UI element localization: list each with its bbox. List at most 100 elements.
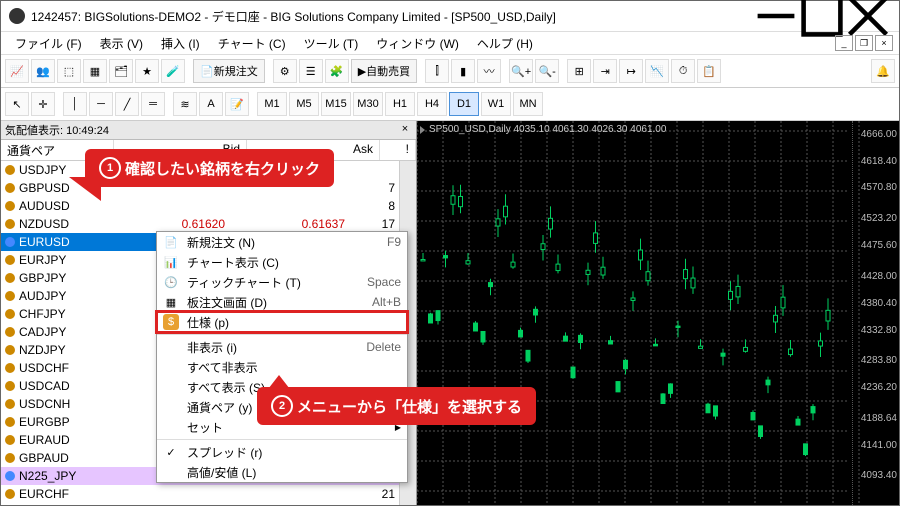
line-chart-icon[interactable]: 〰 bbox=[477, 59, 501, 83]
tool-icon[interactable]: 🧩 bbox=[325, 59, 349, 83]
menu-view[interactable]: 表示 (V) bbox=[92, 33, 151, 54]
timeframe-M15[interactable]: M15 bbox=[321, 92, 351, 116]
market-watch-title: 気配値表示: 10:49:24 bbox=[5, 122, 109, 138]
tool-icon[interactable]: ☰ bbox=[299, 59, 323, 83]
symbol-name: EURCHF bbox=[19, 487, 105, 501]
menu-item-icon bbox=[163, 359, 179, 375]
context-menu: 📄新規注文 (N)F9📊チャート表示 (C)🕒ティックチャート (T)Space… bbox=[156, 231, 408, 483]
menu-item-icon: ▦ bbox=[163, 294, 179, 310]
fibo-icon[interactable]: ≋ bbox=[173, 92, 197, 116]
menu-item-label: すべて非表示 bbox=[187, 359, 393, 376]
scroll-icon[interactable]: ⇥ bbox=[593, 59, 617, 83]
menu-item[interactable]: ▦板注文画面 (D)Alt+B bbox=[157, 292, 407, 312]
menu-item[interactable]: 📄新規注文 (N)F9 bbox=[157, 232, 407, 252]
bar-chart-icon[interactable]: ⫿ bbox=[425, 59, 449, 83]
candle-chart-icon[interactable]: ▮ bbox=[451, 59, 475, 83]
label-icon[interactable]: 📝 bbox=[225, 92, 249, 116]
symbol-name: AUDJPY bbox=[19, 289, 105, 303]
period-icon[interactable]: ⏱ bbox=[671, 59, 695, 83]
annotation-2: 2 メニューから「仕様」を選択する bbox=[257, 387, 536, 425]
symbol-dot-icon bbox=[5, 345, 15, 355]
zoom-out-icon[interactable]: 🔍- bbox=[535, 59, 559, 83]
chart-menu-icon[interactable] bbox=[420, 126, 425, 134]
tool-icon[interactable]: ▦ bbox=[83, 59, 107, 83]
timeframe-D1[interactable]: D1 bbox=[449, 92, 479, 116]
menu-insert[interactable]: 挿入 (I) bbox=[153, 33, 208, 54]
menu-item[interactable]: すべて非表示 bbox=[157, 357, 407, 377]
mdi-close-icon[interactable]: × bbox=[875, 35, 893, 51]
symbol-name: EURAUD bbox=[19, 433, 105, 447]
vline-icon[interactable]: │ bbox=[63, 92, 87, 116]
chart-canvas[interactable] bbox=[417, 121, 899, 505]
menu-bar: ファイル (F) 表示 (V) 挿入 (I) チャート (C) ツール (T) … bbox=[1, 32, 899, 55]
tool-icon[interactable]: ⚙ bbox=[273, 59, 297, 83]
template-icon[interactable]: 📋 bbox=[697, 59, 721, 83]
symbol-dot-icon bbox=[5, 291, 15, 301]
indicator-icon[interactable]: 📉 bbox=[645, 59, 669, 83]
menu-item[interactable]: 🕒ティックチャート (T)Space bbox=[157, 272, 407, 292]
tool-icon[interactable]: 📈 bbox=[5, 59, 29, 83]
timeframe-M1[interactable]: M1 bbox=[257, 92, 287, 116]
spread-value: 7 bbox=[345, 181, 399, 195]
menu-file[interactable]: ファイル (F) bbox=[7, 33, 90, 54]
symbol-dot-icon bbox=[5, 381, 15, 391]
auto-trade-button[interactable]: ▶ 自動売買 bbox=[351, 59, 417, 83]
channel-icon[interactable]: ═ bbox=[141, 92, 165, 116]
menu-chart[interactable]: チャート (C) bbox=[210, 33, 294, 54]
timeframe-MN[interactable]: MN bbox=[513, 92, 543, 116]
menu-item[interactable]: 非表示 (i)Delete bbox=[157, 337, 407, 357]
zoom-in-icon[interactable]: 🔍+ bbox=[509, 59, 533, 83]
chart[interactable]: SP500_USD,Daily 4035.10 4061.30 4026.30 … bbox=[417, 121, 899, 505]
y-axis-label: 4236.20 bbox=[861, 382, 897, 393]
timeframe-W1[interactable]: W1 bbox=[481, 92, 511, 116]
timeframe-M30[interactable]: M30 bbox=[353, 92, 383, 116]
alert-icon[interactable]: 🔔 bbox=[871, 59, 895, 83]
tool-icon[interactable]: ⬚ bbox=[57, 59, 81, 83]
mdi-minimize-icon[interactable]: _ bbox=[835, 35, 853, 51]
col-spread[interactable]: ! bbox=[380, 140, 416, 160]
symbol-dot-icon bbox=[5, 363, 15, 373]
menu-item-label: 高値/安値 (L) bbox=[187, 464, 393, 481]
title-bar: 1242457: BIGSolutions-DEMO2 - デモ口座 - BIG… bbox=[1, 1, 899, 32]
symbol-row[interactable]: EURCHF 21 bbox=[1, 485, 399, 503]
panel-close-icon[interactable]: × bbox=[398, 123, 412, 137]
tool-icon[interactable]: 👥 bbox=[31, 59, 55, 83]
menu-window[interactable]: ウィンドウ (W) bbox=[368, 33, 467, 54]
tool-icon[interactable]: 🧪 bbox=[161, 59, 185, 83]
y-axis-label: 4332.80 bbox=[861, 325, 897, 336]
chart-title-text: SP500_USD,Daily 4035.10 4061.30 4026.30 … bbox=[429, 124, 666, 135]
crosshair-icon[interactable]: ✛ bbox=[31, 92, 55, 116]
hline-icon[interactable]: ─ bbox=[89, 92, 113, 116]
close-button[interactable] bbox=[845, 1, 891, 31]
cursor-icon[interactable]: ↖ bbox=[5, 92, 29, 116]
mdi-restore-icon[interactable]: ❐ bbox=[855, 35, 873, 51]
menu-item-label: 仕様 (p) bbox=[187, 314, 393, 331]
symbol-dot-icon bbox=[5, 273, 15, 283]
symbol-name: USDCNH bbox=[19, 397, 105, 411]
text-icon[interactable]: A bbox=[199, 92, 223, 116]
menu-item-icon: ✓ bbox=[163, 444, 179, 460]
menu-tools[interactable]: ツール (T) bbox=[296, 33, 367, 54]
ask-value: 0.61637 bbox=[225, 217, 345, 231]
menu-item[interactable]: ✓スプレッド (r) bbox=[157, 442, 407, 462]
tool-icon[interactable]: ★ bbox=[135, 59, 159, 83]
menu-help[interactable]: ヘルプ (H) bbox=[469, 33, 541, 54]
timeframe-H4[interactable]: H4 bbox=[417, 92, 447, 116]
timeframe-M5[interactable]: M5 bbox=[289, 92, 319, 116]
minimize-button[interactable] bbox=[753, 1, 799, 31]
menu-item[interactable]: $仕様 (p) bbox=[157, 312, 407, 332]
maximize-button[interactable] bbox=[799, 1, 845, 31]
menu-item[interactable]: 📊チャート表示 (C) bbox=[157, 252, 407, 272]
symbol-dot-icon bbox=[5, 237, 15, 247]
spread-value: 21 bbox=[345, 487, 399, 501]
shift-icon[interactable]: ↦ bbox=[619, 59, 643, 83]
tool-icon[interactable]: ⊞ bbox=[567, 59, 591, 83]
spread-value: 17 bbox=[345, 217, 399, 231]
menu-item[interactable]: 高値/安値 (L) bbox=[157, 462, 407, 482]
tool-icon[interactable]: 🗂 bbox=[109, 59, 133, 83]
symbol-row[interactable]: AUDUSD8 bbox=[1, 197, 399, 215]
trendline-icon[interactable]: ╱ bbox=[115, 92, 139, 116]
bid-value: 0.61620 bbox=[105, 217, 225, 231]
new-order-button[interactable]: 📄 新規注文 bbox=[193, 59, 265, 83]
timeframe-H1[interactable]: H1 bbox=[385, 92, 415, 116]
